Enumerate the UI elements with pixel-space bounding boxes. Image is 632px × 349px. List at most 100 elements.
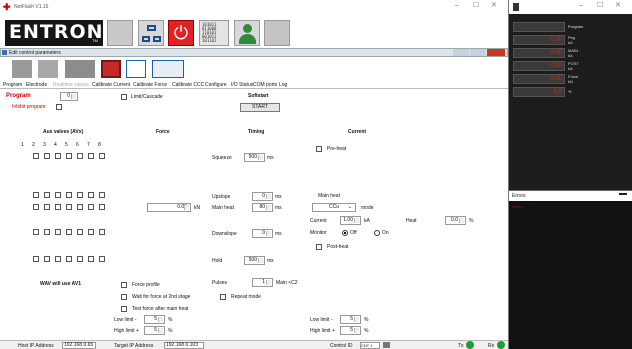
heat-stepper[interactable]: 0.0 <box>445 216 466 225</box>
force-header: Force <box>156 129 170 135</box>
minimize-button[interactable]: – <box>455 2 459 9</box>
inhibit-program-checkbox[interactable] <box>56 104 62 110</box>
window-title: NetFlash V1.16 <box>14 4 49 10</box>
monitor-maximize-button[interactable]: ☐ <box>597 2 603 9</box>
valve-checkbox[interactable] <box>55 229 61 235</box>
valve-checkbox[interactable] <box>99 204 105 210</box>
force-field[interactable]: 0.00 <box>147 203 191 212</box>
current-high-limit-stepper[interactable]: 5 <box>340 326 361 335</box>
valve-checkbox[interactable] <box>55 192 61 198</box>
valve-checkbox[interactable] <box>88 153 94 159</box>
tab-log[interactable]: Log <box>279 82 287 88</box>
keypad-icon[interactable] <box>107 20 133 46</box>
host-ip-field[interactable]: 192.168.0.65 <box>62 342 96 349</box>
device-icon[interactable] <box>65 60 95 78</box>
control-id-field[interactable]: CNT 1 <box>360 342 380 349</box>
target-ip-field[interactable]: 192.168.0.103 <box>164 342 204 349</box>
panel-minimize-button[interactable] <box>453 49 469 56</box>
valve-checkbox[interactable] <box>33 204 39 210</box>
errors-pin-icon[interactable] <box>619 193 627 195</box>
start-button[interactable]: START <box>240 103 280 112</box>
force-high-limit-unit: % <box>168 328 173 334</box>
monitor-off-radio[interactable] <box>342 230 348 236</box>
valve-checkbox[interactable] <box>99 153 105 159</box>
valve-checkbox[interactable] <box>77 153 83 159</box>
valve-checkbox[interactable] <box>99 256 105 262</box>
valve-checkbox[interactable] <box>66 204 72 210</box>
valve-checkbox[interactable] <box>44 153 50 159</box>
tab-program[interactable]: Program <box>3 82 22 88</box>
valve-checkbox[interactable] <box>77 192 83 198</box>
valve-checkbox[interactable] <box>88 229 94 235</box>
folder-icon[interactable] <box>38 60 58 78</box>
valve-checkbox[interactable] <box>33 192 39 198</box>
valve-checkbox[interactable] <box>77 256 83 262</box>
limit-cascade-checkbox[interactable] <box>121 94 127 100</box>
valve-checkbox[interactable] <box>88 204 94 210</box>
tab-calibrate-force[interactable]: Calibrate Force <box>133 82 167 88</box>
valve-checkbox[interactable] <box>55 256 61 262</box>
valve-checkbox[interactable] <box>44 192 50 198</box>
copy-icon[interactable] <box>126 60 146 78</box>
user-icon[interactable] <box>234 20 260 46</box>
panel-close-button[interactable] <box>487 49 505 56</box>
valve-checkbox[interactable] <box>66 256 72 262</box>
transfer-icon[interactable] <box>152 60 184 78</box>
panel-icon <box>2 50 7 55</box>
valve-checkbox[interactable] <box>66 229 72 235</box>
close-button[interactable]: ✕ <box>491 2 497 9</box>
valve-checkbox[interactable] <box>33 256 39 262</box>
panel-maximize-button[interactable] <box>470 49 486 56</box>
keypad-icon-2[interactable] <box>264 20 290 46</box>
force-profile-checkbox[interactable] <box>121 282 127 288</box>
valve-checkbox[interactable] <box>66 153 72 159</box>
program-stepper[interactable]: 0 <box>60 92 78 101</box>
valve-checkbox[interactable] <box>44 229 50 235</box>
current-low-limit-stepper[interactable]: 5 <box>340 315 361 324</box>
valve-checkbox[interactable] <box>77 204 83 210</box>
valve-checkbox[interactable] <box>55 153 61 159</box>
valve-checkbox[interactable] <box>77 229 83 235</box>
save-icon[interactable] <box>101 60 121 78</box>
current-low-limit-label: Low limit - <box>310 317 333 323</box>
tab-realtime-values[interactable]: Realtime values <box>53 82 89 88</box>
tab-io-status[interactable]: I/O Status <box>231 82 253 88</box>
valve-checkbox[interactable] <box>99 229 105 235</box>
tab-com-ports[interactable]: COM ports <box>253 82 277 88</box>
monitor-on-radio[interactable] <box>374 230 380 236</box>
valve-checkbox[interactable] <box>33 153 39 159</box>
stop-power-icon[interactable]: ⏻ <box>168 20 194 46</box>
current-stepper[interactable]: 1.00 <box>340 216 361 225</box>
mode-select[interactable]: CCu ⌄ <box>312 203 356 212</box>
open-icon[interactable] <box>12 60 32 78</box>
tab-calibrate-ccc[interactable]: Calibrate CCC <box>172 82 204 88</box>
force-high-limit-stepper[interactable]: 5 <box>144 326 165 335</box>
valve-checkbox[interactable] <box>66 192 72 198</box>
valve-checkbox[interactable] <box>44 204 50 210</box>
valve-checkbox[interactable] <box>33 229 39 235</box>
tab-calibrate-current[interactable]: Calibrate Current <box>92 82 130 88</box>
valve-checkbox[interactable] <box>55 204 61 210</box>
force-low-limit-stepper[interactable]: 5 <box>144 315 165 324</box>
monitor-minimize-button[interactable]: – <box>579 2 583 9</box>
pulses-stepper[interactable]: 1 <box>252 278 273 287</box>
preheat-checkbox[interactable] <box>316 146 322 152</box>
repeat-mode-checkbox[interactable] <box>220 294 226 300</box>
postheat-checkbox[interactable] <box>316 244 322 250</box>
valve-checkbox[interactable] <box>88 256 94 262</box>
test-force-checkbox[interactable] <box>121 306 127 312</box>
hold-stepper[interactable]: 500 <box>244 256 265 265</box>
squeeze-stepper[interactable]: 500 <box>244 153 265 162</box>
mainheat-stepper[interactable]: 80 <box>252 203 273 212</box>
valve-checkbox[interactable] <box>44 256 50 262</box>
wait-force-checkbox[interactable] <box>121 294 127 300</box>
maximize-button[interactable]: ☐ <box>473 2 479 9</box>
valve-checkbox[interactable] <box>88 192 94 198</box>
tab-electrode[interactable]: Electrode <box>26 82 47 88</box>
network-icon[interactable] <box>138 20 164 46</box>
downslope-stepper[interactable]: 0 <box>252 229 273 238</box>
upslope-stepper[interactable]: 0 <box>252 192 273 201</box>
tab-configure[interactable]: Configure <box>205 82 227 88</box>
valve-checkbox[interactable] <box>99 192 105 198</box>
monitor-close-button[interactable]: ✕ <box>615 2 621 9</box>
